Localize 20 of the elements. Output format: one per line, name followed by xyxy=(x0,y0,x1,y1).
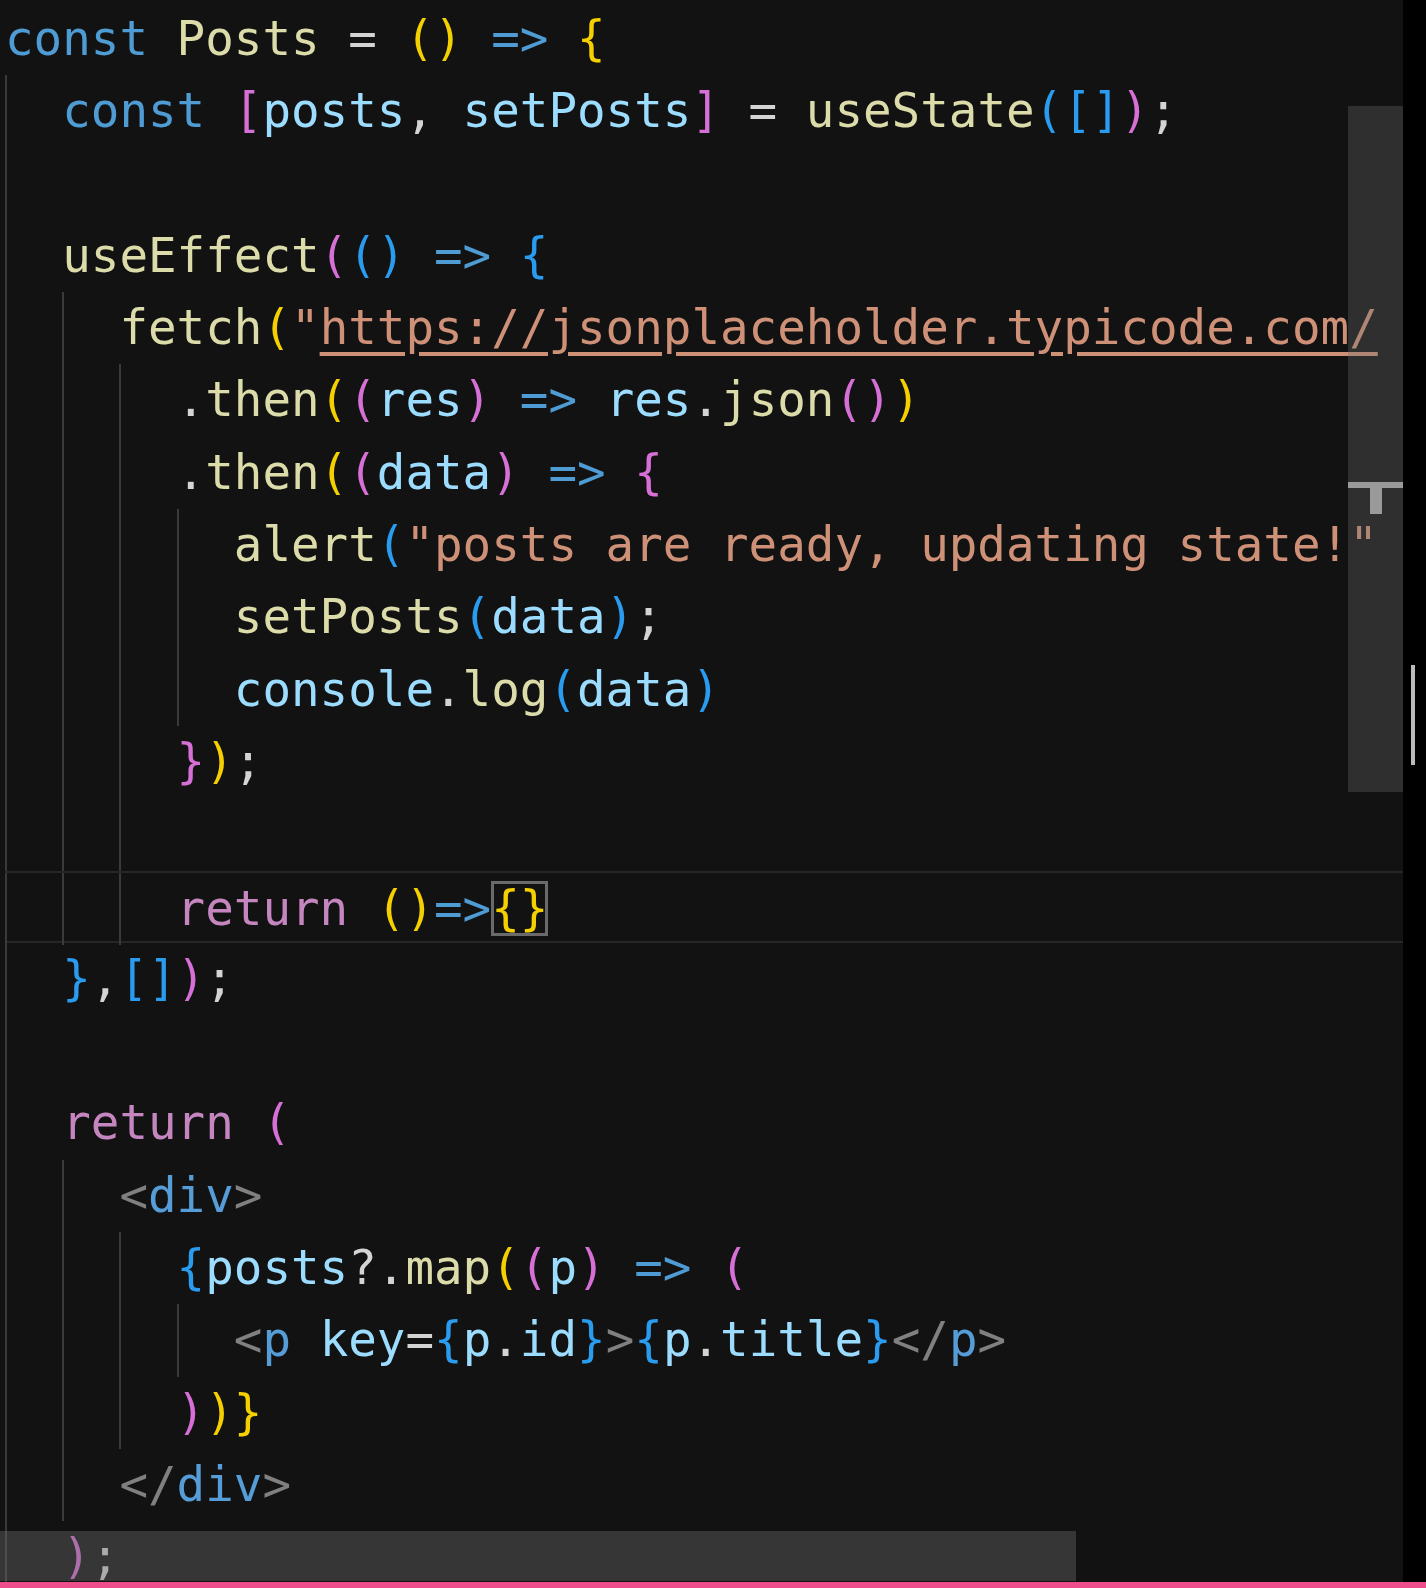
code-line: return ()=>{} xyxy=(5,870,1403,943)
code-line: useEffect(() => { xyxy=(5,219,1403,293)
code-line: const Posts = () => { xyxy=(5,10,607,68)
code-line: {posts?.map((p) => ( xyxy=(5,1232,1403,1305)
code-line: .then((res) => res.json()) xyxy=(5,364,1403,437)
code-line: </div> xyxy=(5,1448,1403,1522)
code-line: ); xyxy=(5,1521,1403,1582)
code-line: }); xyxy=(5,725,1403,799)
code-line: const [posts, setPosts] = useState([]); xyxy=(5,75,1403,148)
code-line: alert("posts are ready, updating state!" xyxy=(5,509,1403,582)
code-line: <p key={p.id}>{p.title}</p> xyxy=(5,1304,1403,1377)
code-line: console.log(data) xyxy=(5,653,1403,726)
code-line: <div> xyxy=(5,1159,1403,1233)
code-line: },[]); xyxy=(5,942,1403,1016)
scrollbar-thumb[interactable] xyxy=(0,1531,1076,1581)
code-line: ))} xyxy=(5,1376,1403,1449)
code-line: return ( xyxy=(5,1087,1403,1160)
code-line: setPosts(data); xyxy=(5,581,1403,654)
cursor-marker-icon xyxy=(1348,482,1404,514)
code-line: fetch("https://jsonplaceholder.typicode.com/ xyxy=(5,292,1403,365)
